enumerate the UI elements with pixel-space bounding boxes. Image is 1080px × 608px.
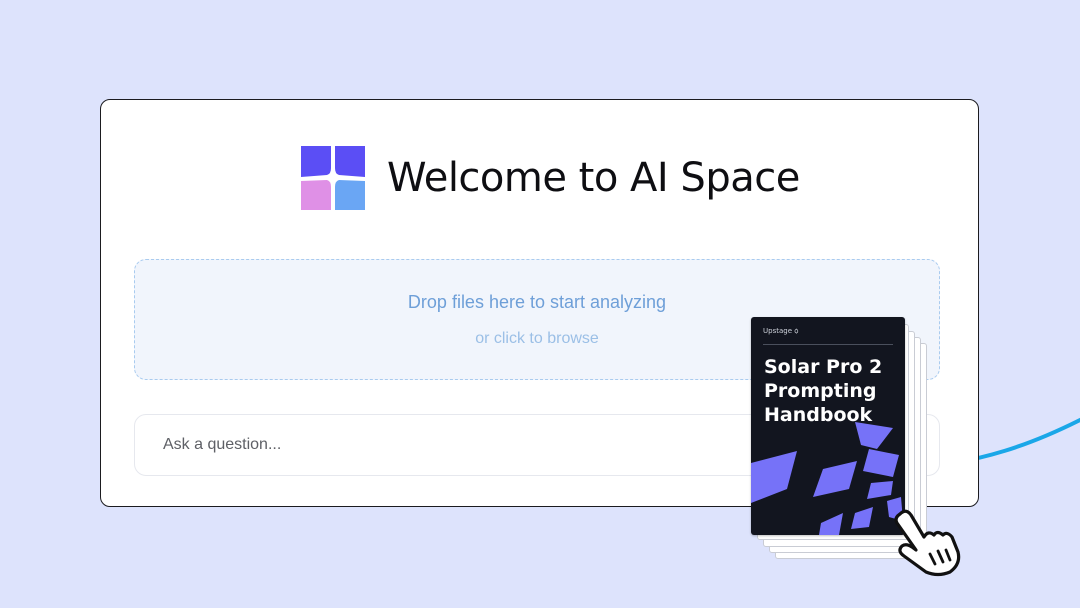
hand-pointer-icon <box>894 509 961 577</box>
welcome-header: Welcome to AI Space <box>301 146 800 210</box>
ai-space-logo-icon <box>301 146 365 210</box>
page-title: Welcome to AI Space <box>387 155 800 201</box>
book-cover: Upstage ꟁ Solar Pro 2 Prompting Handbook <box>751 317 905 535</box>
dropzone-primary-text: Drop files here to start analyzing <box>407 292 667 312</box>
cover-shapes <box>751 422 903 535</box>
